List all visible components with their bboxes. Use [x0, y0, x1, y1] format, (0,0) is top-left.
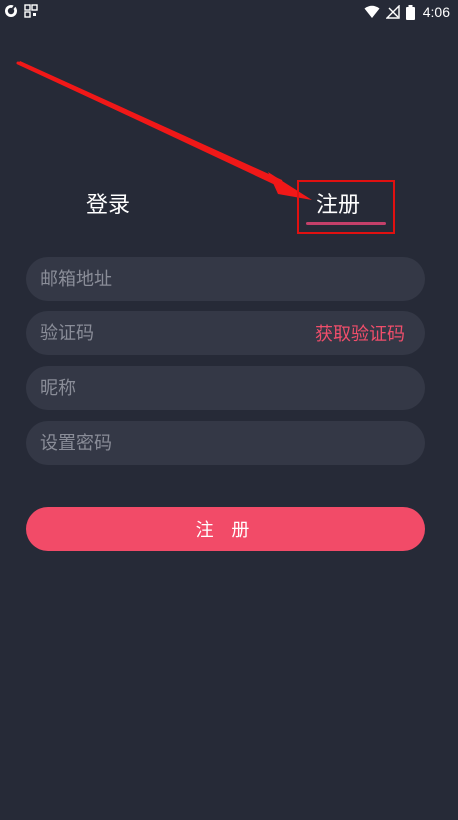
annotation-highlight-box: [297, 180, 395, 234]
sync-icon: [5, 4, 17, 17]
get-code-button[interactable]: 获取验证码: [315, 320, 405, 346]
status-time: 4:06: [422, 4, 450, 20]
code-field[interactable]: 获取验证码: [26, 311, 425, 355]
qr-icon: [24, 4, 38, 18]
password-input[interactable]: [40, 432, 411, 454]
email-input[interactable]: [40, 268, 411, 290]
password-field[interactable]: [26, 421, 425, 465]
register-button[interactable]: 注 册: [26, 507, 425, 551]
wifi-icon: [364, 5, 380, 18]
no-signal-icon: [385, 5, 400, 19]
code-input[interactable]: [40, 322, 315, 344]
status-bar: 4:06: [0, 0, 458, 24]
nickname-field[interactable]: [26, 366, 425, 410]
nickname-input[interactable]: [40, 377, 411, 399]
status-right: 4:06: [364, 0, 450, 24]
battery-icon: [405, 4, 415, 20]
email-field[interactable]: [26, 257, 425, 301]
tab-login[interactable]: 登录: [86, 191, 130, 221]
